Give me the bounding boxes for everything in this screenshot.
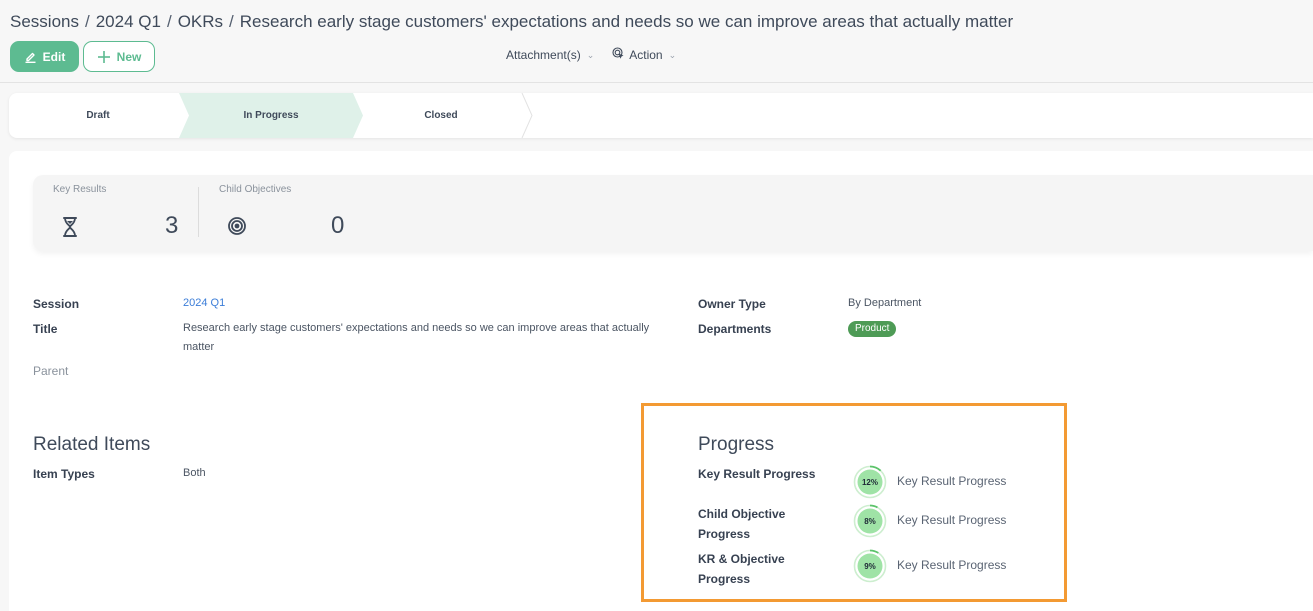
breadcrumb-okrs[interactable]: OKRs bbox=[178, 12, 223, 31]
plus-icon bbox=[97, 50, 111, 64]
breadcrumb-sessions[interactable]: Sessions bbox=[10, 12, 79, 31]
chevron-down-icon: ⌄ bbox=[668, 49, 677, 60]
header-divider bbox=[0, 82, 1313, 83]
edit-button[interactable]: Edit bbox=[10, 41, 79, 72]
hourglass-icon bbox=[62, 216, 78, 243]
breadcrumb-session[interactable]: 2024 Q1 bbox=[96, 12, 161, 31]
title-value: Research early stage customers' expectat… bbox=[183, 322, 650, 353]
progress-caption-child-objective: Key Result Progress bbox=[897, 513, 1007, 527]
key-result-progress-label: Key Result Progress bbox=[698, 467, 816, 481]
department-badge: Product bbox=[848, 321, 897, 337]
stage-bar: Draft In Progress Closed bbox=[9, 93, 1313, 138]
departments-label: Departments bbox=[698, 322, 772, 336]
chevron-down-icon: ⌄ bbox=[586, 49, 595, 60]
stat-value-child-objectives: 0 bbox=[331, 212, 345, 239]
top-actions: Attachment(s) ⌄ Action ⌄ bbox=[506, 47, 676, 63]
stats-panel: Key Results 3 Child Objectives 0 bbox=[33, 175, 1313, 251]
stat-label-key-results: Key Results bbox=[53, 184, 107, 195]
stage-draft[interactable]: Draft bbox=[9, 93, 187, 138]
breadcrumb-separator: / bbox=[229, 12, 234, 31]
progress-caption-key-result: Key Result Progress bbox=[897, 474, 1007, 488]
progress-caption-kr-objective: Key Result Progress bbox=[897, 558, 1007, 572]
stat-divider bbox=[198, 187, 199, 237]
title-label: Title bbox=[33, 322, 58, 336]
attachments-dropdown[interactable]: Attachment(s) ⌄ bbox=[506, 47, 594, 63]
stat-value-key-results: 3 bbox=[165, 212, 179, 239]
child-objective-progress-label: Child Objective Progress bbox=[698, 507, 786, 541]
action-target-icon bbox=[612, 47, 625, 63]
breadcrumb-separator: / bbox=[84, 12, 90, 31]
parent-label: Parent bbox=[33, 364, 69, 378]
breadcrumb-separator: / bbox=[166, 12, 172, 31]
session-link[interactable]: 2024 Q1 bbox=[183, 294, 225, 313]
progress-percent-child-objective: 8% bbox=[864, 516, 876, 526]
new-button[interactable]: New bbox=[83, 41, 155, 72]
session-label: Session bbox=[33, 297, 80, 311]
progress-percent-kr-objective: 9% bbox=[864, 561, 876, 571]
stage-in-progress[interactable]: In Progress bbox=[179, 93, 363, 138]
owner-type-label: Owner Type bbox=[698, 297, 766, 311]
pencil-icon bbox=[24, 50, 37, 63]
owner-type-value: By Department bbox=[848, 297, 922, 309]
stat-label-child-objectives: Child Objectives bbox=[219, 184, 292, 195]
target-icon bbox=[228, 217, 246, 240]
breadcrumb: Sessions / 2024 Q1 / OKRs / Research early sta… bbox=[10, 12, 1013, 32]
kr-objective-progress-label: KR & Objective Progress bbox=[698, 552, 785, 586]
attachments-label: Attachment(s) bbox=[506, 48, 581, 62]
breadcrumb-current: Research early stage customers' expectat… bbox=[239, 12, 1014, 31]
action-label: Action bbox=[629, 48, 663, 62]
action-dropdown[interactable]: Action ⌄ bbox=[612, 47, 676, 63]
new-label: New bbox=[116, 49, 142, 64]
progress-title: Progress bbox=[698, 434, 775, 455]
edit-label: Edit bbox=[42, 49, 66, 64]
progress-percent-key-result: 12% bbox=[861, 477, 878, 487]
item-types-value: Both bbox=[183, 467, 206, 479]
item-types-label: Item Types bbox=[33, 467, 95, 481]
related-items-title: Related Items bbox=[33, 434, 151, 455]
stage-closed[interactable]: Closed bbox=[355, 93, 527, 138]
